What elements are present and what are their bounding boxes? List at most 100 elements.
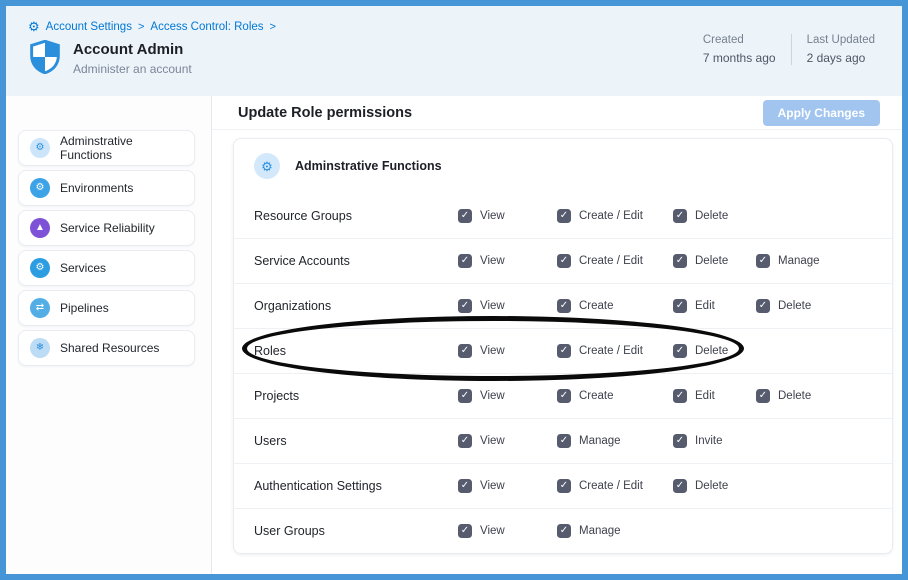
services-icon: ⚙ bbox=[30, 258, 50, 278]
permission-label: View bbox=[480, 210, 505, 222]
permission-cell: Create / Edit bbox=[557, 344, 673, 358]
permission-cell: Delete bbox=[673, 479, 756, 493]
breadcrumb: ⚙ Account Settings > Access Control: Rol… bbox=[28, 20, 878, 33]
section-header: ⚙ Adminstrative Functions bbox=[234, 139, 892, 193]
pipelines-icon: ⇄ bbox=[30, 298, 50, 318]
permission-cell: Delete bbox=[756, 299, 811, 313]
settings-gear-icon: ⚙ bbox=[28, 20, 40, 33]
permission-label: Edit bbox=[695, 390, 715, 402]
permission-label: Create / Edit bbox=[579, 210, 643, 222]
permission-label: Delete bbox=[778, 390, 811, 402]
permission-label: View bbox=[480, 255, 505, 267]
permission-cell: Delete bbox=[673, 209, 756, 223]
manage-checkbox[interactable] bbox=[557, 434, 571, 448]
resource-name: Resource Groups bbox=[254, 209, 458, 223]
delete-checkbox[interactable] bbox=[673, 254, 687, 268]
delete-checkbox[interactable] bbox=[673, 209, 687, 223]
permission-cell: Delete bbox=[673, 254, 756, 268]
permission-row: User Groups View Manage bbox=[234, 508, 892, 553]
apply-changes-button[interactable]: Apply Changes bbox=[763, 100, 880, 126]
permission-cell: Delete bbox=[756, 389, 811, 403]
shield-icon bbox=[30, 40, 60, 74]
permission-cell: Invite bbox=[673, 434, 756, 448]
resource-name: Authentication Settings bbox=[254, 479, 458, 493]
manage-checkbox[interactable] bbox=[557, 524, 571, 538]
permission-cell: Create / Edit bbox=[557, 479, 673, 493]
section-title: Adminstrative Functions bbox=[295, 159, 442, 173]
permission-cell: Create / Edit bbox=[557, 254, 673, 268]
view-checkbox[interactable] bbox=[458, 344, 472, 358]
permission-label: View bbox=[480, 300, 505, 312]
permission-label: Manage bbox=[778, 255, 820, 267]
permission-row: Roles View Create / Edit Delete bbox=[234, 328, 892, 373]
permission-label: View bbox=[480, 525, 505, 537]
create-edit-checkbox[interactable] bbox=[557, 344, 571, 358]
invite-checkbox[interactable] bbox=[673, 434, 687, 448]
page-subtitle: Administer an account bbox=[73, 62, 192, 76]
permission-label: Create / Edit bbox=[579, 480, 643, 492]
edit-checkbox[interactable] bbox=[673, 299, 687, 313]
view-checkbox[interactable] bbox=[458, 479, 472, 493]
permission-row: Projects View Create Edit Delete bbox=[234, 373, 892, 418]
permission-row: Users View Manage Invite bbox=[234, 418, 892, 463]
breadcrumb-account-settings[interactable]: Account Settings bbox=[46, 21, 132, 33]
permission-label: Delete bbox=[695, 210, 728, 222]
sidebar-item-pipelines[interactable]: ⇄ Pipelines bbox=[18, 290, 195, 326]
permission-row: Authentication Settings View Create / Ed… bbox=[234, 463, 892, 508]
sidebar-item-service-reliability[interactable]: ▲ Service Reliability bbox=[18, 210, 195, 246]
delete-checkbox[interactable] bbox=[673, 344, 687, 358]
view-checkbox[interactable] bbox=[458, 209, 472, 223]
permission-cell: View bbox=[458, 209, 557, 223]
created-value: 7 months ago bbox=[703, 51, 776, 65]
create-checkbox[interactable] bbox=[557, 389, 571, 403]
view-checkbox[interactable] bbox=[458, 389, 472, 403]
create-edit-checkbox[interactable] bbox=[557, 209, 571, 223]
view-checkbox[interactable] bbox=[458, 299, 472, 313]
create-checkbox[interactable] bbox=[557, 299, 571, 313]
permission-label: View bbox=[480, 435, 505, 447]
permission-cell: Manage bbox=[557, 524, 673, 538]
delete-checkbox[interactable] bbox=[673, 479, 687, 493]
permission-label: Delete bbox=[695, 480, 728, 492]
page-header: ⚙ Account Settings > Access Control: Rol… bbox=[6, 6, 902, 96]
permission-cell: Manage bbox=[557, 434, 673, 448]
sidebar-item-environments[interactable]: ⚙ Environments bbox=[18, 170, 195, 206]
permission-label: Create bbox=[579, 300, 614, 312]
permission-label: View bbox=[480, 480, 505, 492]
permission-row: Organizations View Create Edit Delete bbox=[234, 283, 892, 328]
environments-icon: ⚙ bbox=[30, 178, 50, 198]
resource-name: Organizations bbox=[254, 299, 458, 313]
sidebar-item-shared-resources[interactable]: ❄ Shared Resources bbox=[18, 330, 195, 366]
create-edit-checkbox[interactable] bbox=[557, 479, 571, 493]
permissions-title: Update Role permissions bbox=[238, 105, 412, 121]
breadcrumb-separator: > bbox=[270, 21, 276, 33]
permission-cell: View bbox=[458, 254, 557, 268]
permission-cell: Create bbox=[557, 299, 673, 313]
delete-checkbox[interactable] bbox=[756, 389, 770, 403]
view-checkbox[interactable] bbox=[458, 254, 472, 268]
permission-cell: Delete bbox=[673, 344, 756, 358]
delete-checkbox[interactable] bbox=[756, 299, 770, 313]
view-checkbox[interactable] bbox=[458, 434, 472, 448]
sidebar-item-label: Environments bbox=[60, 181, 133, 195]
role-meta: Created 7 months ago Last Updated 2 days… bbox=[688, 34, 890, 65]
resource-name: Users bbox=[254, 434, 458, 448]
permission-label: Delete bbox=[695, 255, 728, 267]
permission-cell: View bbox=[458, 299, 557, 313]
sidebar-item-admin-gear[interactable]: ⚙ Adminstrative Functions bbox=[18, 130, 195, 166]
shared-resources-icon: ❄ bbox=[30, 338, 50, 358]
permission-cell: Edit bbox=[673, 389, 756, 403]
permission-rows: Resource Groups View Create / Edit Delet… bbox=[234, 193, 892, 553]
permission-cell: View bbox=[458, 344, 557, 358]
permissions-panel: Update Role permissions Apply Changes ⚙ … bbox=[212, 96, 902, 574]
view-checkbox[interactable] bbox=[458, 524, 472, 538]
app-window: ⚙ Account Settings > Access Control: Rol… bbox=[0, 0, 908, 580]
breadcrumb-access-control-roles[interactable]: Access Control: Roles bbox=[150, 21, 263, 33]
create-edit-checkbox[interactable] bbox=[557, 254, 571, 268]
permission-cell: View bbox=[458, 524, 557, 538]
sidebar-item-label: Service Reliability bbox=[60, 221, 155, 235]
edit-checkbox[interactable] bbox=[673, 389, 687, 403]
sidebar-item-services[interactable]: ⚙ Services bbox=[18, 250, 195, 286]
manage-checkbox[interactable] bbox=[756, 254, 770, 268]
resource-name: Service Accounts bbox=[254, 254, 458, 268]
